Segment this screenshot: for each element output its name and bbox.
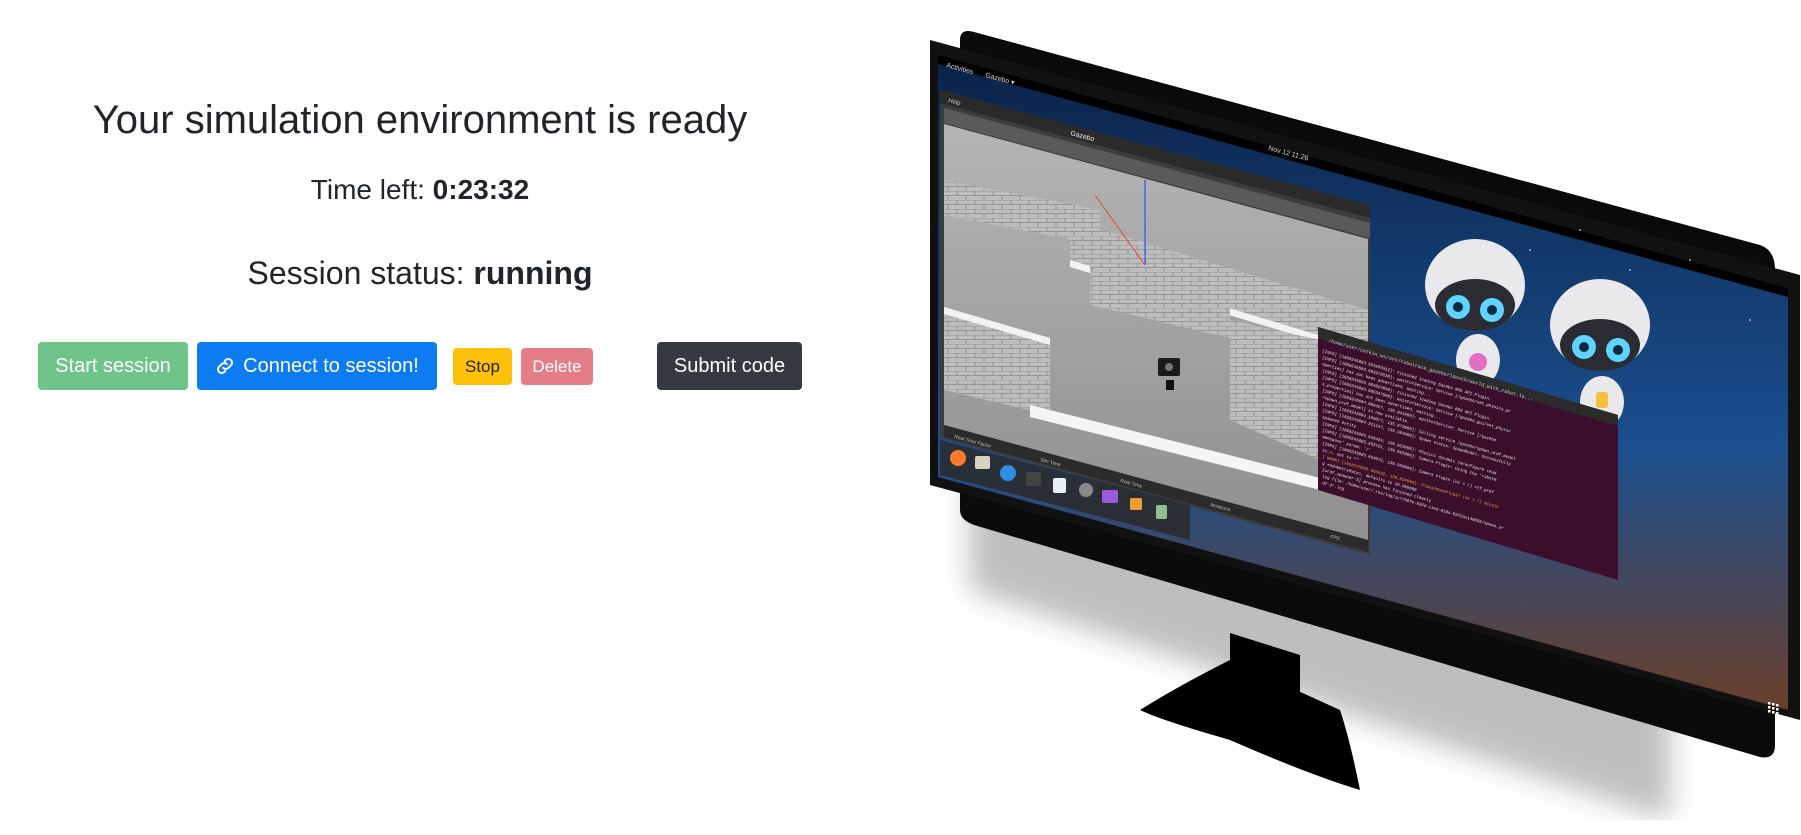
connect-session-label: Connect to session! — [243, 354, 419, 377]
firefox-icon — [950, 450, 966, 466]
link-icon — [215, 356, 235, 376]
session-status-value: running — [473, 255, 593, 291]
editor-icon — [1053, 478, 1066, 493]
stop-button[interactable]: Stop — [453, 348, 512, 385]
display-icon — [1102, 490, 1118, 503]
session-status-label: Session status: — [247, 255, 465, 291]
settings-icon — [1079, 483, 1093, 497]
start-session-button[interactable]: Start session — [38, 342, 188, 390]
monitor-illustration: Activities Gazebo ▾ Nov 12 11:26 Gazebo … — [930, 20, 1801, 820]
trash-icon — [1156, 505, 1167, 519]
terminal-icon — [1026, 472, 1041, 486]
submit-code-button[interactable]: Submit code — [657, 342, 802, 390]
time-left: Time left: 0:23:32 — [0, 174, 840, 206]
session-panel: Your simulation environment is ready Tim… — [0, 0, 850, 835]
page-title: Your simulation environment is ready — [92, 98, 748, 142]
time-left-label: Time left: — [310, 174, 425, 205]
session-status: Session status: running — [0, 255, 840, 292]
connect-session-button[interactable]: Connect to session! — [197, 342, 437, 390]
files-icon — [975, 456, 990, 469]
packages-icon — [1130, 498, 1142, 510]
delete-button[interactable]: Delete — [521, 348, 593, 385]
time-left-value: 0:23:32 — [432, 174, 530, 205]
help-icon — [1000, 465, 1016, 481]
